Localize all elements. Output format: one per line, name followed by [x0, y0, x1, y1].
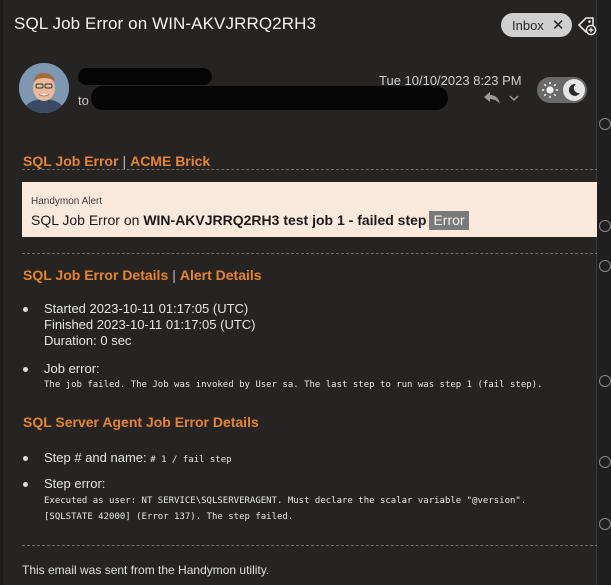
details-heading: SQL Job Error Details | Alert Details: [23, 267, 262, 283]
started-time: Started 2023-10-11 01:17:05 (UTC): [44, 301, 249, 316]
moon-icon: [563, 79, 585, 101]
chevron-down-icon[interactable]: [508, 93, 520, 103]
close-icon[interactable]: ✕: [552, 18, 565, 33]
alert-banner: Handymon Alert SQL Job Error on WIN-AKVJ…: [22, 182, 598, 237]
tag-add-icon[interactable]: [575, 14, 597, 36]
bullet: [23, 307, 28, 312]
avatar[interactable]: [19, 63, 69, 113]
divider: [22, 253, 598, 254]
recipient-redacted: [91, 86, 448, 110]
title-separator: |: [122, 153, 127, 169]
company-link[interactable]: ACME Brick: [130, 153, 210, 169]
bullet: [23, 456, 28, 461]
list-item-marker: [599, 260, 611, 272]
step-error-line-1: Executed as user: NT SERVICE\SQLSERVERAG…: [44, 496, 527, 506]
step-error-label: Step error:: [44, 476, 106, 491]
reply-icon[interactable]: [482, 90, 502, 106]
step-error-line-2: [SQLSTATE 42000] (Error 137). The step f…: [44, 512, 294, 522]
sun-icon: [542, 82, 558, 98]
list-item-marker: [599, 456, 611, 468]
list-item-marker: [599, 375, 611, 387]
alert-detail: WIN-AKVJRRQ2RH3 test job 1 - failed step: [143, 212, 427, 228]
divider: [22, 545, 598, 546]
step-value: # 1 / fail step: [150, 455, 232, 465]
sql-job-error-link[interactable]: SQL Job Error: [23, 153, 118, 169]
divider: [22, 169, 598, 170]
bullet: [23, 482, 28, 487]
message-list-edge: [597, 0, 611, 585]
alert-prefix: SQL Job Error on: [31, 212, 144, 228]
window: SQL Job Error on WIN-AKVJRRQ2RH3 Inbox ✕…: [0, 0, 611, 585]
job-error-text: The job failed. The Job was invoked by U…: [44, 380, 543, 390]
footer-note: This email was sent from the Handymon ut…: [22, 563, 270, 577]
step-label: Step # and name:: [44, 450, 147, 465]
finished-time: Finished 2023-10-11 01:17:05 (UTC): [44, 317, 256, 332]
details-separator: |: [172, 267, 176, 283]
status-badge: Error: [429, 211, 469, 230]
list-item-marker: [599, 118, 611, 130]
alert-details-link[interactable]: Alert Details: [180, 267, 262, 283]
inbox-folder-chip[interactable]: Inbox ✕: [501, 13, 573, 37]
list-item-marker: [599, 518, 611, 530]
theme-toggle[interactable]: [537, 77, 587, 103]
alert-summary: SQL Job Error on WIN-AKVJRRQ2RH3 test jo…: [31, 211, 469, 230]
alert-source-label: Handymon Alert: [31, 196, 103, 207]
sender-name-redacted: [78, 68, 212, 85]
job-error-details-link[interactable]: SQL Job Error Details: [23, 267, 168, 283]
email-subject: SQL Job Error on WIN-AKVJRRQ2RH3: [14, 14, 317, 33]
agent-details-link[interactable]: SQL Server Agent Job Error Details: [23, 414, 259, 430]
agent-heading: SQL Server Agent Job Error Details: [23, 414, 259, 430]
received-datetime: Tue 10/10/2023 8:23 PM: [379, 73, 522, 88]
list-item-marker: [599, 220, 611, 232]
email-title: SQL Job Error | ACME Brick: [23, 153, 210, 169]
to-label: to: [78, 93, 89, 108]
reading-pane: SQL Job Error on WIN-AKVJRRQ2RH3 Inbox ✕…: [3, 0, 598, 585]
inbox-chip-label: Inbox: [512, 17, 544, 33]
job-error-label: Job error:: [44, 361, 100, 376]
bullet: [23, 367, 28, 372]
step-line: Step # and name: # 1 / fail step: [44, 450, 232, 465]
duration: Duration: 0 sec: [44, 333, 132, 348]
